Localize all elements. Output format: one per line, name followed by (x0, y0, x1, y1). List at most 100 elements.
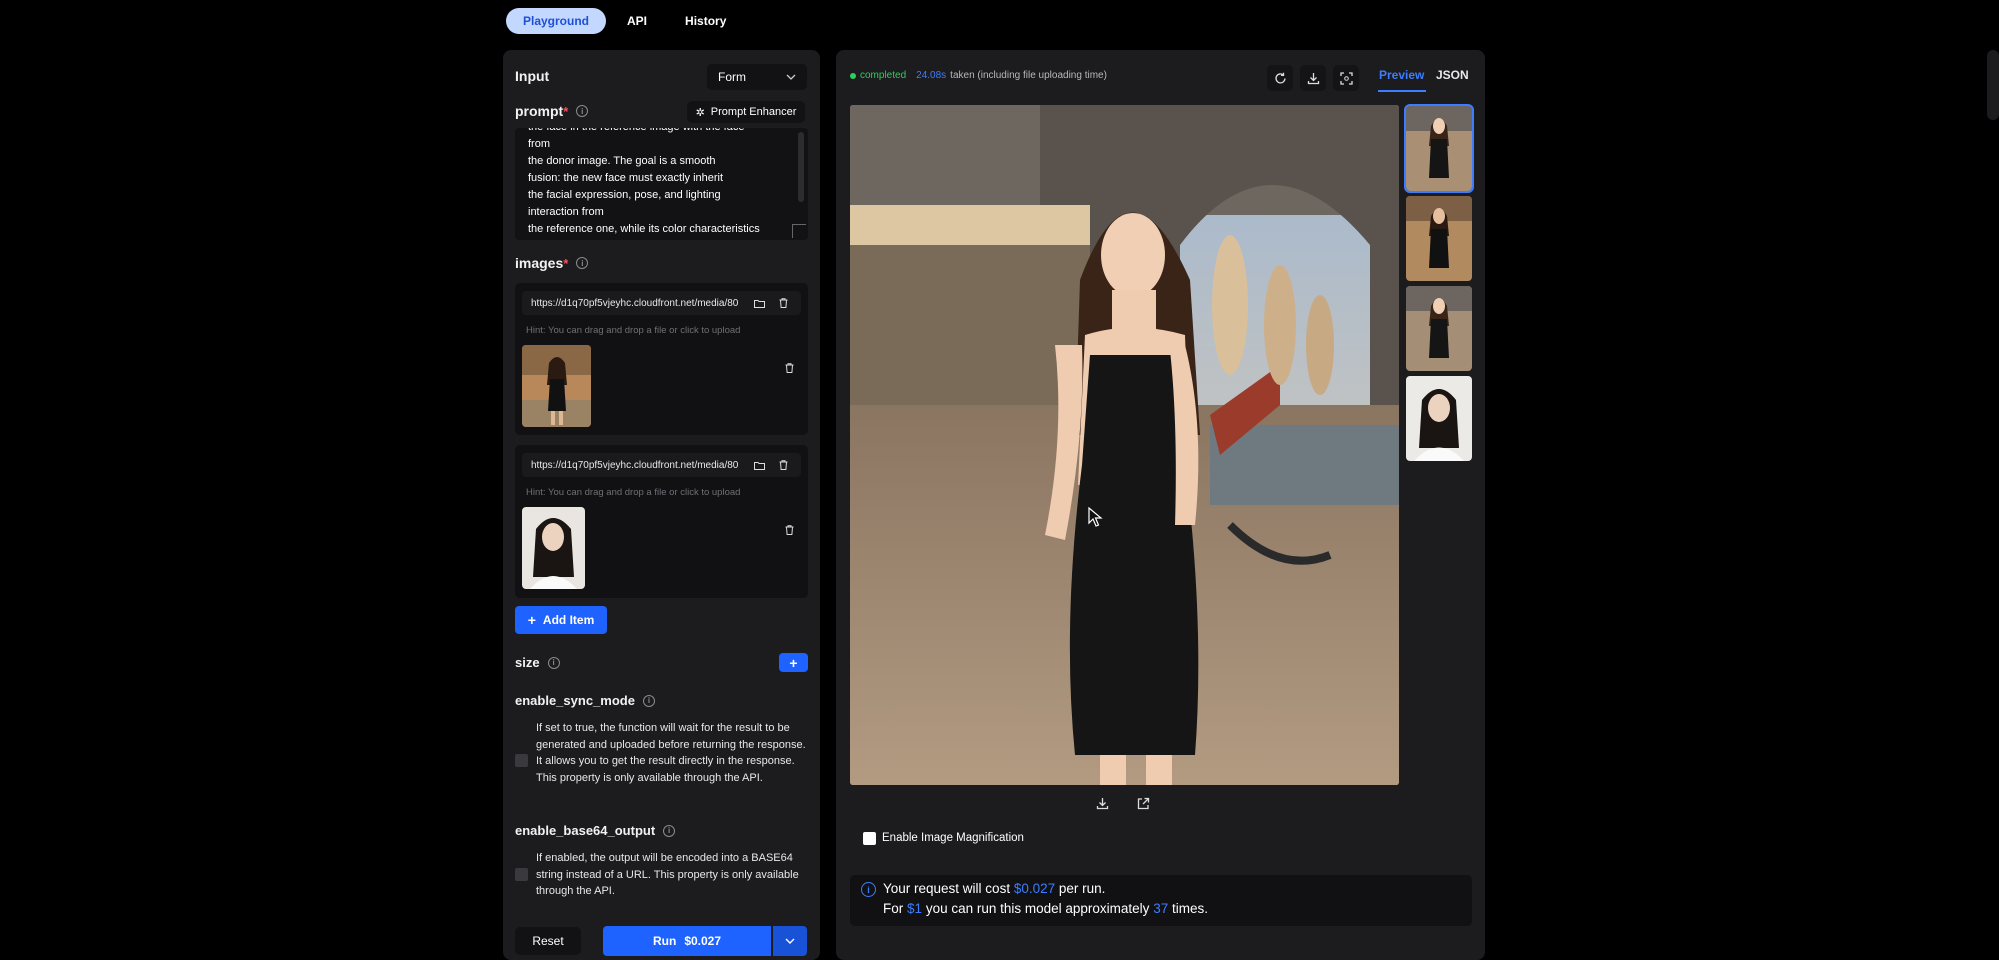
input-title: Input (515, 68, 550, 84)
result-thumbnail[interactable] (1406, 376, 1472, 461)
prompt-enhancer-label: Prompt Enhancer (710, 106, 797, 118)
download-icon[interactable] (1096, 797, 1112, 813)
plus-icon: + (527, 612, 536, 628)
mouse-cursor-icon (1088, 507, 1103, 527)
mode-select[interactable]: Form (707, 64, 807, 90)
image-url: https://d1q70pf5vjeyhc.cloudfront.net/me… (531, 459, 739, 471)
info-icon[interactable]: i (547, 656, 560, 669)
uploaded-image-thumbnail[interactable] (522, 345, 591, 427)
sync-mode-description: If set to true, the function will wait f… (536, 722, 806, 784)
plus-icon: + (789, 654, 798, 671)
mode-select-value: Form (718, 70, 746, 84)
tab-preview[interactable]: Preview (1379, 68, 1424, 82)
cost-text: per run. (1058, 881, 1106, 896)
run-button[interactable]: Run $0.027 (603, 926, 771, 956)
images-label-row: images * i (515, 255, 589, 271)
sync-mode-checkbox[interactable] (515, 754, 528, 767)
image-url: https://d1q70pf5vjeyhc.cloudfront.net/me… (531, 297, 739, 309)
textarea-scrollbar[interactable] (798, 132, 804, 202)
upload-hint: Hint: You can drag and drop a file or cl… (526, 325, 741, 336)
prompt-label-row: prompt * i (515, 103, 589, 119)
images-label: images (515, 255, 564, 271)
elapsed-time-suffix: taken (including file uploading time) (950, 70, 1107, 81)
elapsed-time: 24.08s (916, 70, 947, 81)
reset-button[interactable]: Reset (515, 927, 581, 955)
status-dot (850, 72, 856, 79)
uploaded-image-thumbnail[interactable] (522, 507, 585, 589)
refresh-icon[interactable] (1267, 65, 1293, 91)
base64-checkbox[interactable] (515, 868, 528, 881)
prompt-enhancer-button[interactable]: ✲ Prompt Enhancer (687, 101, 805, 123)
cost-text: you can run this model approximately (925, 901, 1150, 916)
cost-times: 37 (1153, 901, 1169, 916)
add-item-label: Add Item (542, 613, 595, 627)
size-label: size (515, 655, 540, 670)
size-label-row: size i (515, 655, 560, 670)
trash-icon[interactable] (782, 523, 796, 537)
result-thumbnail[interactable] (1406, 286, 1472, 371)
prompt-line: the donor image. The goal is a smooth (528, 155, 716, 167)
info-icon[interactable]: i (576, 105, 589, 117)
tab-playground[interactable]: Playground (506, 8, 607, 34)
cost-text: For (883, 901, 904, 916)
cost-line-1: Your request will cost $0.027 per run. (883, 881, 1105, 896)
run-label: Run (652, 934, 677, 948)
folder-icon[interactable] (752, 296, 766, 310)
tab-api[interactable]: API (610, 8, 664, 34)
result-image[interactable] (850, 105, 1399, 785)
status-line: completed 24.08s taken (including file u… (850, 70, 1107, 81)
cost-text: Your request will cost (883, 881, 1011, 896)
upload-hint: Hint: You can drag and drop a file or cl… (526, 487, 741, 498)
cost-info-box: i Your request will cost $0.027 per run.… (850, 875, 1472, 926)
tab-json[interactable]: JSON (1436, 68, 1469, 82)
image-url-input[interactable]: https://d1q70pf5vjeyhc.cloudfront.net/me… (522, 453, 801, 477)
base64-label: enable_base64_output (515, 823, 656, 838)
input-panel: Input Form prompt* i ✲ Prompt Enhancer t… (503, 50, 820, 960)
run-options-button[interactable] (773, 926, 807, 956)
open-external-icon[interactable] (1137, 797, 1153, 813)
prompt-textarea[interactable]: the face in the reference image with the… (515, 128, 808, 240)
folder-icon[interactable] (752, 458, 766, 472)
output-panel: completed 24.08s taken (including file u… (836, 50, 1485, 960)
magnification-label: Enable Image Magnification (882, 832, 1024, 844)
fullscreen-icon[interactable] (1333, 65, 1359, 91)
tab-history[interactable]: History (668, 8, 743, 34)
chevron-down-icon (785, 938, 795, 944)
image-url-input[interactable]: https://d1q70pf5vjeyhc.cloudfront.net/me… (522, 291, 801, 315)
prompt-line: the reference one, while its color chara… (528, 223, 760, 235)
required-mark: * (563, 255, 569, 271)
info-icon[interactable]: i (642, 694, 655, 707)
cost-budget: $1 (907, 901, 923, 916)
prompt-line: the face in the reference image with the… (528, 128, 788, 136)
active-tab-underline (1378, 90, 1426, 92)
sync-mode-label: enable_sync_mode (515, 693, 635, 708)
add-item-button[interactable]: + Add Item (515, 606, 607, 634)
image-item: https://d1q70pf5vjeyhc.cloudfront.net/me… (515, 283, 808, 435)
page-scrollbar[interactable] (1987, 50, 1999, 120)
cost-text: times. (1172, 901, 1209, 916)
download-icon[interactable] (1300, 65, 1326, 91)
cost-price: $0.027 (1013, 881, 1056, 896)
reset-label: Reset (532, 934, 564, 948)
prompt-line: the facial expression, pose, and lightin… (528, 189, 721, 201)
prompt-line: fusion: the new face must exactly inheri… (528, 172, 724, 184)
add-size-button[interactable]: + (779, 653, 808, 672)
sparkle-icon: ✲ (695, 106, 705, 119)
trash-icon[interactable] (776, 458, 790, 472)
image-item: https://d1q70pf5vjeyhc.cloudfront.net/me… (515, 445, 808, 598)
prompt-line: from (528, 138, 550, 150)
trash-icon[interactable] (776, 296, 790, 310)
result-thumbnail[interactable] (1404, 104, 1474, 193)
info-icon: i (861, 882, 876, 897)
trash-icon[interactable] (782, 361, 796, 375)
required-mark: * (563, 103, 569, 119)
chevron-down-icon (786, 74, 796, 80)
prompt-label: prompt (515, 103, 564, 119)
resize-handle[interactable] (792, 224, 806, 238)
info-icon[interactable]: i (576, 257, 589, 269)
base64-label-row: enable_base64_output i (515, 823, 676, 838)
result-thumbnail[interactable] (1406, 196, 1472, 281)
run-price: $0.027 (684, 934, 722, 948)
info-icon[interactable]: i (663, 824, 676, 837)
magnification-checkbox[interactable] (863, 832, 876, 845)
